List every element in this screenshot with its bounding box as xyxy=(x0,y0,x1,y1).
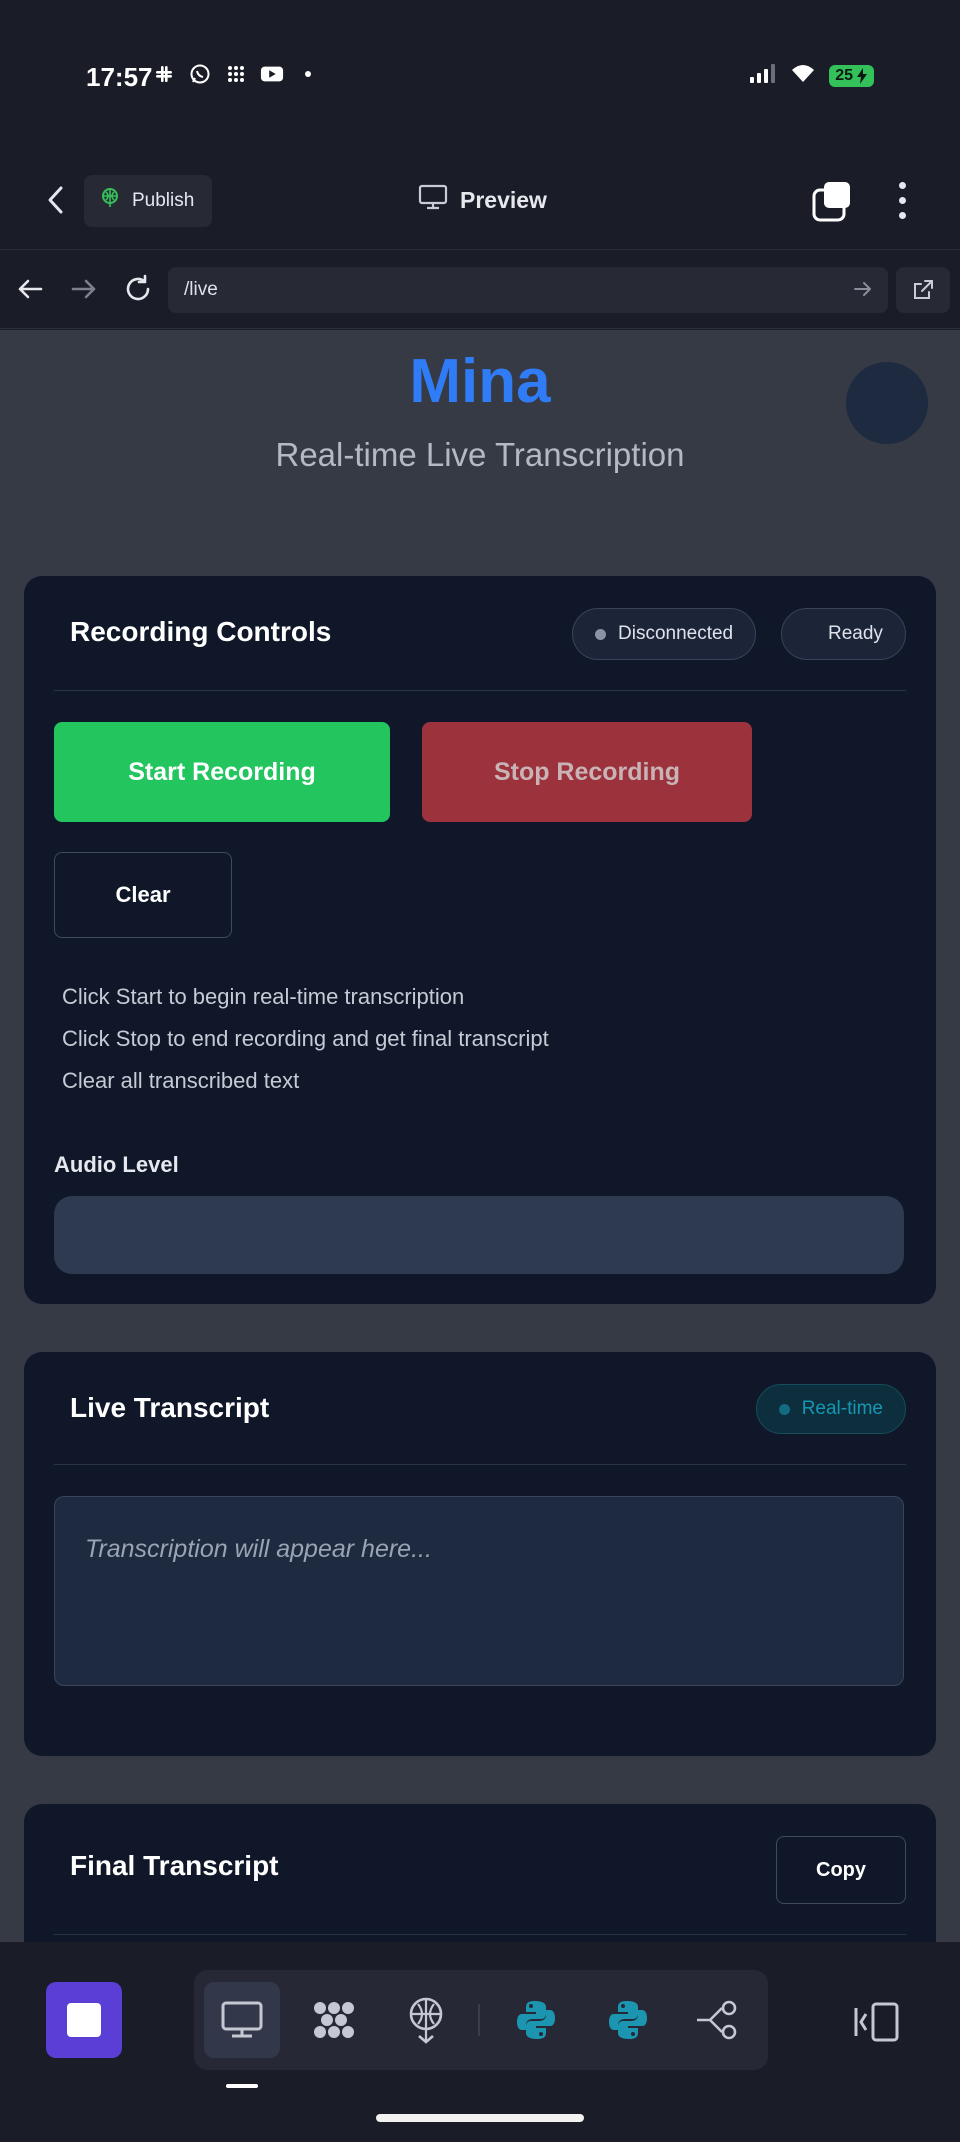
preview-tab[interactable]: Preview xyxy=(418,184,547,216)
status-dot-icon xyxy=(778,1403,790,1415)
python-icon xyxy=(609,2001,647,2039)
hint-clear: Clear all transcribed text xyxy=(62,1068,300,1093)
grid-app-icon xyxy=(224,62,248,86)
stop-recording-button[interactable]: Stop Recording xyxy=(422,722,752,822)
home-indicator[interactable] xyxy=(376,2114,584,2122)
connection-status-text: Disconnected xyxy=(618,623,734,644)
slack-icon xyxy=(152,62,176,86)
live-transcript-area[interactable]: Transcription will appear here... xyxy=(54,1496,904,1686)
recording-controls-card: Recording Controls Disconnected Ready St… xyxy=(24,576,936,1304)
bottom-toolbar xyxy=(0,1942,960,2142)
reload-icon xyxy=(126,274,150,301)
dot-icon xyxy=(898,181,906,189)
status-dot-icon xyxy=(595,628,606,640)
deploy-button[interactable] xyxy=(388,1982,464,2058)
python-button-2[interactable] xyxy=(590,1982,666,2058)
chevron-left-icon xyxy=(48,186,63,214)
page-title: Mina xyxy=(409,347,551,416)
clear-button[interactable]: Clear xyxy=(54,852,232,938)
ready-status-text: Ready xyxy=(828,623,883,644)
tabs-icon xyxy=(812,182,850,222)
ready-status-badge: Ready xyxy=(781,608,906,660)
desktop-preview-button[interactable] xyxy=(204,1982,280,2058)
signal-icon xyxy=(749,62,777,89)
external-link-icon xyxy=(914,280,933,299)
preview-viewport: Mina Real-time Live Transcription Record… xyxy=(0,330,960,1942)
recording-controls-title: Recording Controls xyxy=(70,616,332,647)
realtime-badge: Real-time xyxy=(755,1384,906,1434)
hint-stop: Click Stop to end recording and get fina… xyxy=(62,1026,549,1051)
python-icon xyxy=(517,2001,555,2039)
realtime-badge-text: Real-time xyxy=(801,1398,883,1419)
tabs-button[interactable] xyxy=(810,180,854,224)
url-bar: /live xyxy=(0,251,960,329)
dot-icon xyxy=(898,211,906,219)
arrow-left-icon xyxy=(18,279,43,299)
hint-start: Click Start to begin real-time transcrip… xyxy=(62,984,465,1009)
more-menu-button[interactable] xyxy=(886,176,918,224)
wifi-icon xyxy=(789,62,817,89)
battery-level: 25 xyxy=(835,66,853,84)
status-bar: 17:57 25 xyxy=(0,0,960,150)
publish-button[interactable]: Publish xyxy=(84,175,213,227)
monitor-icon xyxy=(418,184,448,216)
nav-forward-button[interactable] xyxy=(64,269,104,309)
publish-label: Publish xyxy=(132,190,195,211)
status-system-icons: 25 xyxy=(749,62,874,89)
copy-button[interactable]: Copy xyxy=(776,1836,906,1904)
avatar[interactable] xyxy=(846,362,928,444)
youtube-icon xyxy=(260,62,284,86)
divider xyxy=(54,1464,906,1465)
git-branch-button[interactable] xyxy=(680,1982,756,2058)
divider xyxy=(54,1934,906,1935)
connection-status-badge: Disconnected xyxy=(572,608,757,660)
stop-icon xyxy=(67,2003,101,2037)
reload-button[interactable] xyxy=(118,269,158,309)
app-header: Publish Preview xyxy=(0,150,960,250)
desktop-preview-icon xyxy=(221,2001,263,2038)
nav-back-button[interactable] xyxy=(10,269,50,309)
status-time: 17:57 xyxy=(86,62,153,92)
final-transcript-card: Final Transcript Copy xyxy=(24,1804,936,1942)
extensions-button[interactable] xyxy=(296,1982,372,2058)
go-arrow-icon[interactable] xyxy=(852,278,874,306)
page-subtitle: Real-time Live Transcription xyxy=(275,436,685,473)
dot-icon xyxy=(296,62,320,86)
git-branch-icon xyxy=(697,2000,737,2040)
status-notification-icons xyxy=(152,62,320,86)
open-external-button[interactable] xyxy=(896,267,950,313)
preview-label: Preview xyxy=(460,186,547,213)
live-transcript-title: Live Transcript xyxy=(70,1392,270,1423)
audio-level-label: Audio Level xyxy=(54,1152,179,1177)
whatsapp-icon xyxy=(188,62,212,86)
audio-level-meter xyxy=(54,1196,904,1274)
tool-group xyxy=(194,1970,768,2070)
back-button[interactable] xyxy=(36,180,76,220)
start-recording-button[interactable]: Start Recording xyxy=(54,722,390,822)
battery-icon: 25 xyxy=(829,64,874,87)
live-transcript-card: Live Transcript Real-time Transcription … xyxy=(24,1352,936,1756)
divider xyxy=(54,690,906,691)
active-tool-indicator xyxy=(226,2084,258,2088)
url-input[interactable]: /live xyxy=(168,267,888,313)
panel-toggle-icon xyxy=(854,2002,899,2042)
extensions-icon xyxy=(314,2002,354,2038)
python-button-1[interactable] xyxy=(498,1982,574,2058)
arrow-right-icon xyxy=(71,279,96,299)
toolbar-separator xyxy=(478,2004,480,2036)
url-text: /live xyxy=(184,279,218,300)
final-transcript-title: Final Transcript xyxy=(70,1850,279,1881)
panel-toggle-button[interactable] xyxy=(848,1994,904,2050)
dot-icon xyxy=(898,196,906,204)
publish-icon xyxy=(98,186,122,216)
stop-app-button[interactable] xyxy=(46,1982,122,2058)
deploy-icon xyxy=(409,1997,443,2044)
